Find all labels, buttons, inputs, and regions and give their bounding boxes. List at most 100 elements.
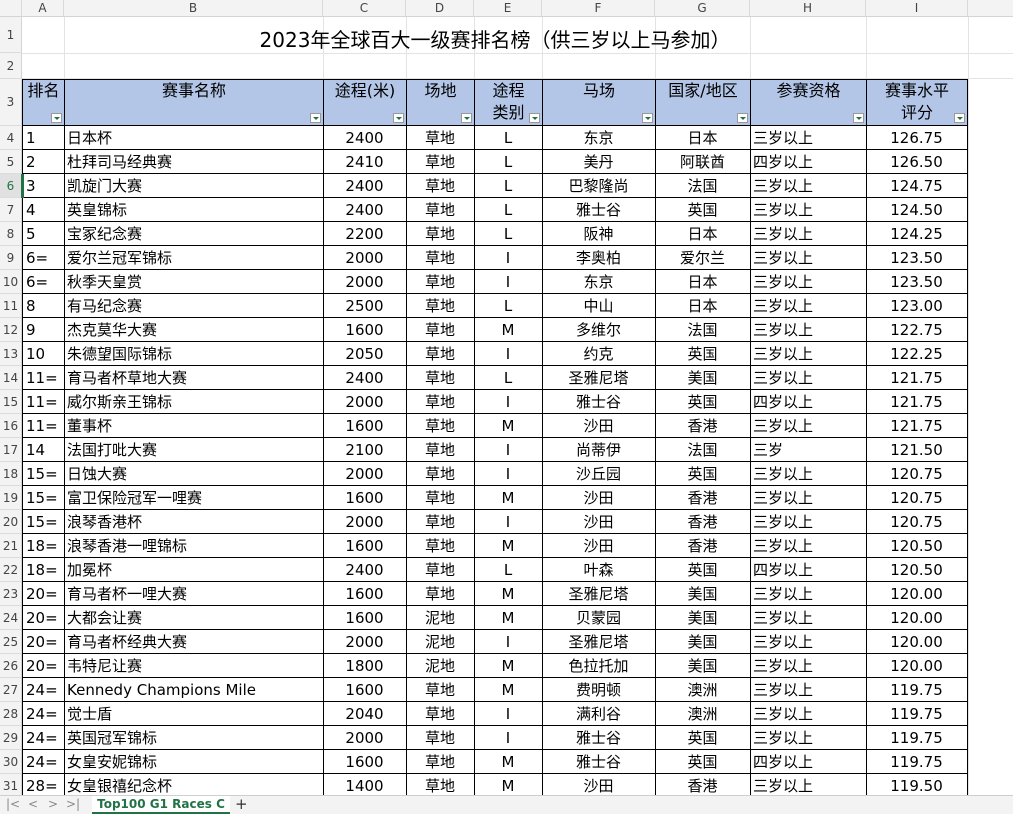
cell-race-name[interactable]: 朱德望国际锦标 (64, 342, 324, 366)
cell-rank[interactable]: 5 (22, 222, 65, 246)
row-header[interactable]: 9 (0, 246, 22, 270)
cell-surface[interactable]: 草地 (406, 486, 475, 510)
cell-eligibility[interactable]: 三岁以上 (750, 582, 867, 606)
cell-course[interactable]: 满利谷 (542, 702, 656, 726)
row-header[interactable]: 21 (0, 534, 22, 558)
column-header-c[interactable]: C (323, 0, 406, 16)
cell-surface[interactable]: 草地 (406, 294, 475, 318)
cell-distance-type[interactable]: M (474, 774, 543, 795)
cell-surface[interactable]: 草地 (406, 222, 475, 246)
column-header-g[interactable]: G (655, 0, 750, 16)
cell-distance[interactable]: 2400 (323, 198, 407, 222)
cell-rank[interactable]: 14 (22, 438, 65, 462)
cell-eligibility[interactable]: 四岁以上 (750, 750, 867, 774)
cell-surface[interactable]: 草地 (406, 366, 475, 390)
header-eligibility[interactable]: 参赛资格 (750, 79, 867, 126)
header-rating[interactable]: 赛事水平 评分 (866, 79, 968, 126)
cell-rating[interactable]: 120.75 (866, 486, 968, 510)
cell-eligibility[interactable]: 三岁以上 (750, 318, 867, 342)
cell-race-name[interactable]: 加冕杯 (64, 558, 324, 582)
cell-course[interactable]: 沙丘园 (542, 462, 656, 486)
cell-country[interactable]: 法国 (655, 438, 751, 462)
cell-surface[interactable]: 草地 (406, 510, 475, 534)
cell-rank[interactable]: 20= (22, 606, 65, 630)
cell-country[interactable]: 阿联酋 (655, 150, 751, 174)
cell-rank[interactable]: 6= (22, 270, 65, 294)
column-header-d[interactable]: D (406, 0, 474, 16)
cell-country[interactable]: 英国 (655, 198, 751, 222)
cell-distance[interactable]: 1600 (323, 582, 407, 606)
cell-course[interactable]: 圣雅尼塔 (542, 366, 656, 390)
column-header-i[interactable]: I (866, 0, 968, 16)
cell-country[interactable]: 英国 (655, 750, 751, 774)
cell-rank[interactable]: 1 (22, 126, 65, 150)
cell-eligibility[interactable]: 三岁以上 (750, 126, 867, 150)
cell-eligibility[interactable]: 三岁以上 (750, 222, 867, 246)
sheet-tab-active[interactable]: Top100 G1 Races C (92, 796, 230, 814)
row-header[interactable]: 13 (0, 342, 22, 366)
cell-distance[interactable]: 2000 (323, 726, 407, 750)
column-header-b[interactable]: B (64, 0, 323, 16)
cell-course[interactable]: 雅士谷 (542, 726, 656, 750)
cell-rating[interactable]: 119.50 (866, 774, 968, 795)
cell-distance[interactable]: 2000 (323, 270, 407, 294)
prev-sheet-button[interactable]: < (28, 797, 38, 811)
row-header[interactable]: 24 (0, 606, 22, 630)
cell-country[interactable]: 英国 (655, 462, 751, 486)
cell-distance-type[interactable]: L (474, 150, 543, 174)
cell-distance[interactable]: 1600 (323, 486, 407, 510)
cell-race-name[interactable]: 董事杯 (64, 414, 324, 438)
cell-rank[interactable]: 11= (22, 390, 65, 414)
cell-eligibility[interactable]: 三岁以上 (750, 774, 867, 795)
cell-eligibility[interactable]: 三岁以上 (750, 510, 867, 534)
cell-eligibility[interactable]: 三岁以上 (750, 462, 867, 486)
cell-race-name[interactable]: 日蚀大赛 (64, 462, 324, 486)
cell-distance-type[interactable]: L (474, 222, 543, 246)
next-sheet-button[interactable]: > (48, 797, 58, 811)
cell-country[interactable]: 香港 (655, 486, 751, 510)
cell-eligibility[interactable]: 三岁以上 (750, 246, 867, 270)
cell-distance[interactable]: 1600 (323, 750, 407, 774)
cell-course[interactable]: 雅士谷 (542, 390, 656, 414)
row-header[interactable]: 19 (0, 486, 22, 510)
cell-distance-type[interactable]: I (474, 270, 543, 294)
row-header[interactable]: 17 (0, 438, 22, 462)
cell-rating[interactable]: 126.50 (866, 150, 968, 174)
column-header-h[interactable]: H (750, 0, 866, 16)
cell-distance[interactable]: 1600 (323, 678, 407, 702)
header-distance-type[interactable]: 途程 类别 (474, 79, 543, 126)
cell-rank[interactable]: 24= (22, 726, 65, 750)
row-header[interactable]: 2 (0, 53, 22, 79)
cell-country[interactable]: 英国 (655, 726, 751, 750)
cell-surface[interactable]: 草地 (406, 390, 475, 414)
cell-country[interactable]: 香港 (655, 414, 751, 438)
cell-race-name[interactable]: 育马者杯草地大赛 (64, 366, 324, 390)
cell-distance[interactable]: 1600 (323, 534, 407, 558)
cell-race-name[interactable]: 浪琴香港杯 (64, 510, 324, 534)
column-header-e[interactable]: E (474, 0, 542, 16)
cell-rank[interactable]: 20= (22, 582, 65, 606)
cell-surface[interactable]: 草地 (406, 126, 475, 150)
cell-course[interactable]: 巴黎隆尚 (542, 174, 656, 198)
cell-course[interactable]: 美丹 (542, 150, 656, 174)
cell-eligibility[interactable]: 三岁 (750, 438, 867, 462)
cell-rating[interactable]: 122.75 (866, 318, 968, 342)
cell-course[interactable]: 色拉托加 (542, 654, 656, 678)
cell-country[interactable]: 美国 (655, 582, 751, 606)
cell-country[interactable]: 美国 (655, 630, 751, 654)
cell-rank[interactable]: 18= (22, 558, 65, 582)
cell-course[interactable]: 雅士谷 (542, 750, 656, 774)
cell-surface[interactable]: 草地 (406, 702, 475, 726)
header-surface[interactable]: 场地 (406, 79, 475, 126)
cell-distance[interactable]: 2000 (323, 390, 407, 414)
cell-eligibility[interactable]: 三岁以上 (750, 606, 867, 630)
cell-rating[interactable]: 120.50 (866, 534, 968, 558)
cell-rating[interactable]: 120.00 (866, 630, 968, 654)
cell-rank[interactable]: 24= (22, 702, 65, 726)
row-header[interactable]: 1 (0, 17, 22, 53)
cell-distance[interactable]: 2040 (323, 702, 407, 726)
cell-distance[interactable]: 2000 (323, 510, 407, 534)
cell-distance-type[interactable]: I (474, 438, 543, 462)
cell-surface[interactable]: 草地 (406, 558, 475, 582)
cell-surface[interactable]: 草地 (406, 414, 475, 438)
